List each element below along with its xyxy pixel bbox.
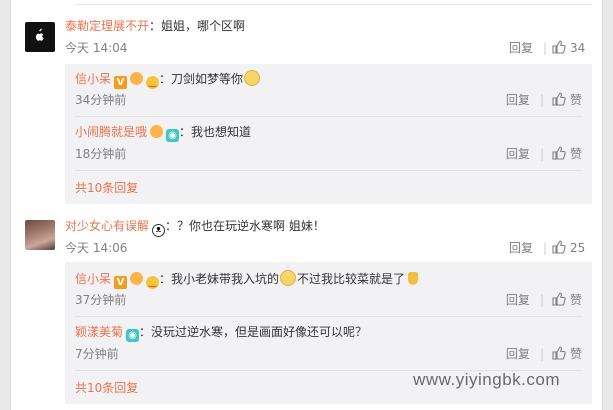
- watermark: www.yiyingbk.com: [413, 370, 560, 389]
- reply-item: 信小呆 V ‿ ：我小老妹带我入坑的 不过我比较菜就是了 37分钟前 回复 | 赞: [75, 270, 592, 310]
- medal-icon: [130, 72, 144, 85]
- like-button[interactable]: 34: [552, 40, 585, 56]
- reply-actions: 回复 | 赞: [505, 292, 582, 307]
- reply-actions: 回复 | 赞: [505, 92, 582, 107]
- medal-icon: [130, 272, 144, 285]
- reply-text-line: 小闹腾就是哦 ◉ ：我也想知道: [75, 125, 252, 142]
- figure-emoji-icon: [408, 272, 419, 285]
- reply-time: 18分钟前: [75, 147, 127, 161]
- thumb-up-icon: [552, 40, 566, 54]
- doge-icon: [280, 270, 297, 286]
- reply-time: 34分钟前: [75, 93, 127, 107]
- apple-logo-icon: [35, 28, 44, 41]
- reply-time: 37分钟前: [75, 293, 127, 307]
- like-button[interactable]: 赞: [570, 147, 582, 161]
- comment-panel: 泰勒定理展不开：姐姐，哪个区啊 今天 14:04 回复 | 34 信小呆 V ‿ ：刀剑…: [10, 0, 603, 410]
- reply-item: 小闹腾就是哦 ◉ ：我也想知道 18分钟前 回复 | 赞: [75, 124, 592, 164]
- username-link[interactable]: 信小呆: [75, 72, 111, 86]
- reply-text-line: 颖漾美菊 ◉ ：没玩过逆水寒，但是画面好像还可以呢？: [75, 325, 368, 342]
- reply-text-line: 信小呆 V ‿ ：刀剑如梦等你: [75, 70, 261, 89]
- divider: [75, 170, 582, 171]
- reply-button[interactable]: 回复 |: [509, 40, 555, 56]
- reply-actions: 回复 | 赞: [505, 346, 582, 361]
- reply-button[interactable]: 回复: [506, 293, 530, 307]
- divider: [75, 316, 582, 317]
- comment-time: 今天 14:04: [65, 41, 128, 55]
- vip-badge-icon: V: [114, 276, 128, 289]
- like-button[interactable]: 赞: [570, 93, 582, 107]
- like-count: 34: [570, 41, 586, 55]
- avatar[interactable]: [25, 22, 55, 52]
- vip-badge-icon: V: [114, 76, 128, 89]
- divider: [75, 116, 582, 117]
- avatar-badge-icon: [150, 125, 164, 138]
- username-link[interactable]: 泰勒定理展不开: [65, 19, 149, 33]
- like-count: 25: [570, 241, 586, 255]
- reply-text-line: 信小呆 V ‿ ：我小老妹带我入坑的 不过我比较菜就是了: [75, 270, 419, 289]
- like-button[interactable]: 赞: [570, 347, 582, 361]
- username-link[interactable]: 信小呆: [75, 272, 111, 286]
- thumb-up-icon[interactable]: [552, 92, 566, 106]
- comment-item: 泰勒定理展不开：姐姐，哪个区啊 今天 14:04 回复 | 34 信小呆 V ‿ ：刀剑…: [11, 14, 602, 204]
- comment-time: 今天 14:06: [65, 241, 128, 255]
- thumb-up-icon: [552, 240, 566, 254]
- like-button[interactable]: 25: [552, 240, 585, 256]
- reply-list: 信小呆 V ‿ ：刀剑如梦等你 34分钟前 回复 | 赞 小闹腾就是哦 ◉ ：我也想知道 18…: [65, 64, 592, 204]
- thumb-up-icon[interactable]: [552, 292, 566, 306]
- reply-button[interactable]: 回复: [506, 93, 530, 107]
- username-link[interactable]: 小闹腾就是哦: [75, 125, 147, 139]
- thumb-up-icon[interactable]: [552, 146, 566, 160]
- divider: [75, 4, 592, 5]
- comment-text: 姐姐，哪个区啊: [161, 19, 246, 33]
- reply-item: 颖漾美菊 ◉ ：没玩过逆水寒，但是画面好像还可以呢？ 7分钟前 回复 | 赞: [75, 324, 592, 364]
- comment-text: ？你也在玩逆水寒啊 姐妹！: [177, 219, 325, 233]
- avatar[interactable]: [25, 220, 55, 250]
- reply-time: 7分钟前: [75, 347, 119, 361]
- reply-item: 信小呆 V ‿ ：刀剑如梦等你 34分钟前 回复 | 赞: [75, 70, 592, 110]
- eye-badge-icon: ◉: [166, 129, 180, 142]
- reply-actions: 回复 | 赞: [505, 146, 582, 161]
- comment-text-line: 泰勒定理展不开：姐姐，哪个区啊: [65, 19, 246, 33]
- view-more-replies-link[interactable]: 共10条回复: [75, 180, 138, 196]
- panda-icon: ᴥ: [152, 224, 166, 237]
- reply-button[interactable]: 回复: [506, 147, 530, 161]
- username-link[interactable]: 对少女心有误解: [65, 219, 149, 233]
- emoji-icon: ‿: [146, 76, 160, 89]
- reply-button[interactable]: 回复 |: [509, 240, 555, 256]
- thumb-up-icon[interactable]: [552, 346, 566, 360]
- username-link[interactable]: 颖漾美菊: [75, 325, 123, 339]
- emoji-icon: ‿: [146, 276, 160, 289]
- reply-button[interactable]: 回复: [506, 347, 530, 361]
- comment-text-line: 对少女心有误解 ᴥ ：？你也在玩逆水寒啊 姐妹！: [65, 219, 325, 237]
- doge-icon: [244, 70, 261, 86]
- like-button[interactable]: 赞: [570, 293, 582, 307]
- view-more-replies-link[interactable]: 共10条回复: [75, 380, 138, 396]
- eye-badge-icon: ◉: [126, 329, 140, 342]
